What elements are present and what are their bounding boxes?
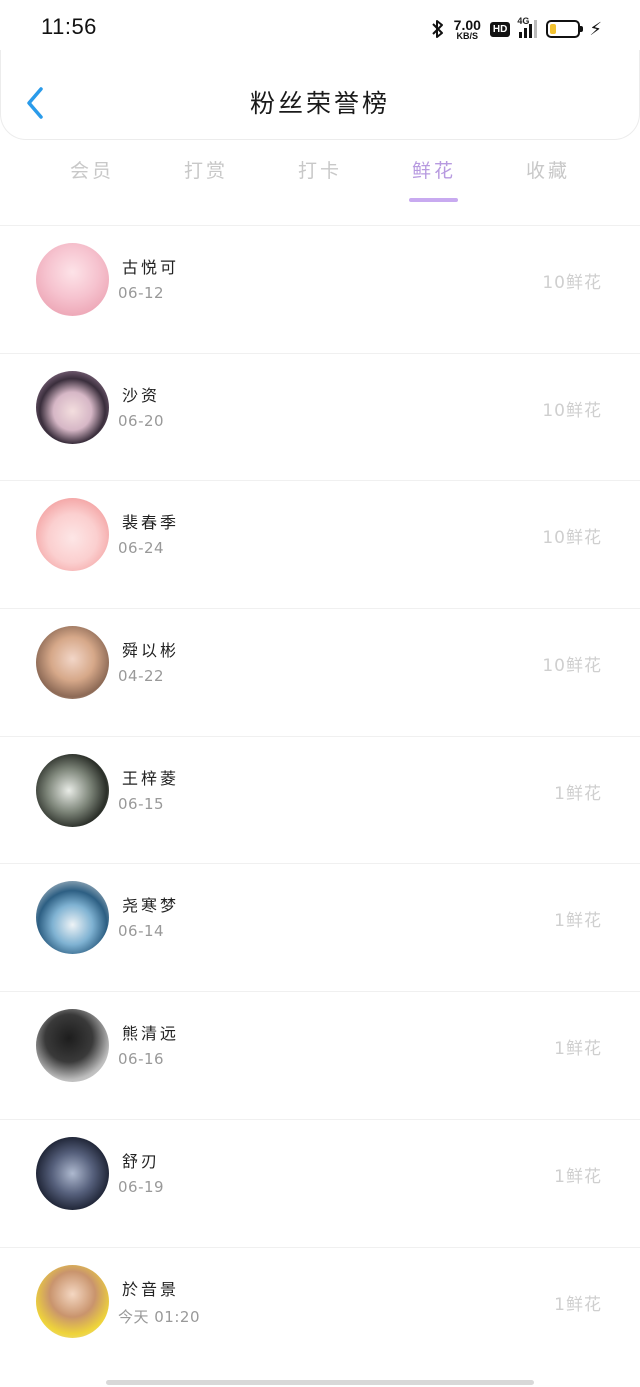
fan-date: 06-15 — [118, 794, 165, 813]
home-indicator[interactable] — [106, 1380, 534, 1385]
avatar — [36, 243, 109, 316]
flower-count: 10鲜花 — [542, 400, 602, 421]
status-icons: 7.00 KB/S HD 4G ⚡ — [431, 14, 602, 44]
avatar — [36, 753, 109, 827]
charging-icon: ⚡ — [589, 18, 602, 40]
signal-icon: 4G — [517, 16, 538, 38]
list-item[interactable]: 於音景 今天 01:20 1鲜花 — [0, 1246, 640, 1375]
battery-fill — [550, 24, 557, 34]
fan-date: 今天 01:20 — [118, 1307, 200, 1326]
list-item[interactable]: 沙资 06-20 10鲜花 — [0, 352, 640, 481]
fan-name: 王梓菱 — [122, 768, 180, 788]
avatar — [36, 881, 109, 955]
avatar — [36, 626, 109, 700]
fan-date: 06-14 — [118, 922, 165, 941]
tab-flowers[interactable]: 鲜花 — [384, 156, 484, 183]
status-bar: 11:56 7.00 KB/S HD 4G ⚡ — [0, 0, 640, 56]
avatar — [36, 1009, 109, 1083]
status-time: 11:56 — [41, 14, 97, 39]
fan-name: 熊清远 — [122, 1024, 180, 1044]
avatar — [36, 370, 109, 444]
fan-date: 06-12 — [118, 284, 165, 302]
network-speed-value: 7.00 — [453, 16, 481, 33]
list-item[interactable]: 舒刃 06-19 1鲜花 — [0, 1118, 640, 1247]
flower-count: 10鲜花 — [542, 273, 602, 293]
flower-count: 1鲜花 — [554, 1294, 602, 1315]
bluetooth-icon — [431, 19, 445, 39]
flower-count: 10鲜花 — [542, 528, 602, 549]
page-title: 粉丝荣誉榜 — [249, 89, 390, 118]
fan-date: 06-20 — [118, 411, 165, 430]
flower-count: 10鲜花 — [542, 656, 602, 677]
avatar — [36, 1264, 109, 1338]
fan-date: 06-24 — [118, 539, 165, 558]
network-type: 4G — [517, 16, 530, 26]
fan-date: 06-16 — [118, 1050, 165, 1069]
flower-count: 1鲜花 — [554, 783, 602, 804]
tab-bar: 会员 打赏 打卡 鲜花 收藏 — [0, 150, 640, 210]
list-item[interactable]: 古悦可 06-12 10鲜花 — [0, 225, 640, 353]
tab-rewards[interactable]: 打赏 — [156, 156, 256, 183]
list-item[interactable]: 舜以彬 04-22 10鲜花 — [0, 608, 640, 736]
tab-members[interactable]: 会员 — [42, 156, 142, 183]
fan-date: 06-19 — [118, 1177, 165, 1196]
tab-active-indicator — [409, 198, 458, 202]
tab-checkin[interactable]: 打卡 — [270, 156, 370, 183]
list-item[interactable]: 尧寒梦 06-14 1鲜花 — [0, 863, 640, 991]
network-speed: 7.00 KB/S — [454, 18, 481, 41]
fan-name: 沙资 — [122, 385, 161, 405]
avatar — [36, 498, 109, 572]
network-speed-unit: KB/S — [456, 30, 479, 41]
battery-icon — [546, 20, 584, 38]
flower-count: 1鲜花 — [554, 911, 602, 932]
avatar — [36, 1136, 109, 1210]
list-item[interactable]: 王梓菱 06-15 1鲜花 — [0, 735, 640, 864]
flower-count: 1鲜花 — [554, 1039, 602, 1060]
fan-list: 古悦可 06-12 10鲜花 沙资 06-20 10鲜花 裴春季 06-24 1… — [0, 225, 640, 1374]
hd-badge: HD — [489, 21, 511, 37]
list-item[interactable]: 裴春季 06-24 10鲜花 — [0, 480, 640, 608]
nav-bar: 粉丝荣誉榜 — [0, 50, 640, 140]
tab-favorites[interactable]: 收藏 — [498, 156, 598, 183]
fan-name: 尧寒梦 — [122, 896, 180, 916]
list-item[interactable]: 熊清远 06-16 1鲜花 — [0, 991, 640, 1119]
flower-count: 1鲜花 — [554, 1166, 602, 1187]
fan-name: 裴春季 — [122, 513, 180, 533]
fan-date: 04-22 — [118, 667, 165, 686]
fan-name: 於音景 — [122, 1279, 180, 1299]
fan-name: 舒刃 — [122, 1151, 161, 1171]
fan-name: 古悦可 — [122, 258, 180, 277]
fan-name: 舜以彬 — [122, 641, 180, 661]
